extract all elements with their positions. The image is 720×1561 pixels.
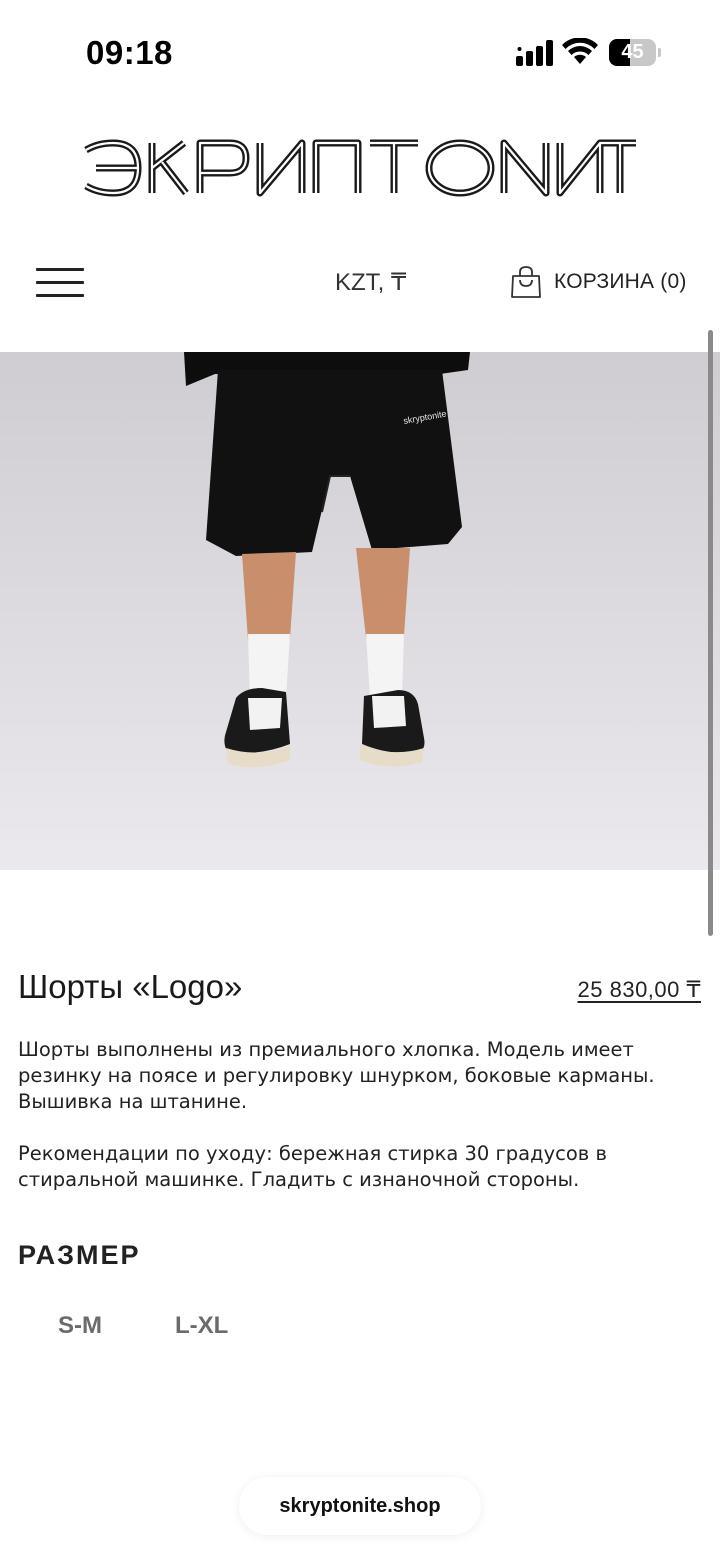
size-heading: РАЗМЕР bbox=[18, 1240, 141, 1270]
size-option-s-m[interactable]: S-M bbox=[58, 1312, 102, 1340]
battery-icon: 45 bbox=[609, 39, 661, 66]
product-photo-illustration: skryptonite bbox=[0, 352, 720, 870]
cellular-signal-icon bbox=[516, 40, 553, 66]
header-nav: KZT, ₸ КОРЗИНА (0) bbox=[0, 250, 720, 314]
product-title: Шорты «Logo» bbox=[18, 968, 243, 1005]
page-scrollbar[interactable] bbox=[708, 330, 713, 936]
product-price[interactable]: 25 830,00 ₸ bbox=[578, 977, 701, 1003]
browser-address-pill[interactable]: skryptonite.shop bbox=[239, 1477, 481, 1535]
currency-selector[interactable]: KZT, ₸ bbox=[335, 268, 406, 297]
brand-logo[interactable] bbox=[80, 138, 640, 198]
hamburger-menu-icon[interactable] bbox=[36, 266, 86, 298]
product-photo[interactable]: skryptonite bbox=[0, 352, 720, 870]
shopping-bag-icon bbox=[511, 266, 541, 298]
product-description: Шорты выполнены из премиального хлопка. … bbox=[18, 1038, 655, 1113]
care-instructions: Рекомендации по уходу: бережная стирка 3… bbox=[18, 1142, 607, 1191]
cart-label: КОРЗИНА (0) bbox=[554, 270, 687, 293]
status-bar: 09:18 45 bbox=[0, 0, 720, 100]
wifi-icon bbox=[562, 38, 598, 64]
cart-button[interactable]: КОРЗИНА (0) bbox=[510, 264, 687, 300]
battery-level: 45 bbox=[621, 41, 644, 63]
size-option-l-xl[interactable]: L-XL bbox=[175, 1312, 228, 1340]
status-time: 09:18 bbox=[86, 34, 173, 71]
